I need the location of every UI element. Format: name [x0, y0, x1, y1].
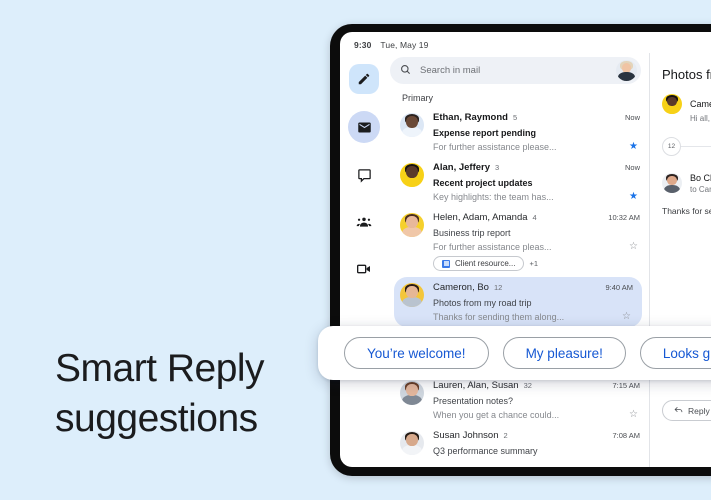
star-icon[interactable]: ☆ — [629, 410, 640, 420]
subject: Photos from my road trip — [433, 298, 532, 308]
attachment-extra-count: +1 — [529, 259, 539, 268]
avatar — [662, 94, 682, 114]
category-label: Primary — [402, 93, 433, 103]
mail-list: Ethan, Raymond 5 Now Expense report pend… — [388, 107, 649, 464]
mail-icon — [357, 120, 372, 135]
timestamp: 9:40 AM — [605, 283, 633, 292]
avatar[interactable] — [616, 60, 637, 81]
star-icon[interactable]: ☆ — [629, 242, 640, 252]
message-preview: Hi all, here are t — [690, 114, 711, 123]
video-camera-icon — [356, 261, 372, 277]
subject: Business trip report — [433, 228, 511, 238]
avatar — [400, 431, 424, 455]
gmail-app-body: Search in mail Primary Ethan, Raymond 5 … — [340, 53, 711, 467]
search-input[interactable]: Search in mail — [420, 65, 607, 76]
avatar — [400, 283, 424, 307]
recipients: to Cameron, Jesse — [690, 185, 711, 194]
table-row[interactable]: Cameron, Bo 12 9:40 AM Photos from my ro… — [394, 277, 642, 327]
thread-count: 3 — [495, 163, 500, 172]
thread-count: 12 — [493, 283, 503, 292]
sender-name: Alan, Jeffery — [433, 162, 491, 173]
snippet: Thanks for sending them along... — [433, 312, 565, 322]
snippet: When you get a chance could... — [433, 410, 560, 420]
status-date: Tue, May 19 — [380, 39, 429, 50]
avatar — [400, 381, 424, 405]
star-icon[interactable]: ★ — [629, 192, 640, 202]
snippet: For further assistance please... — [433, 142, 557, 152]
sender-name: Lauren, Alan, Susan — [433, 380, 519, 391]
collapsed-count: 12 — [662, 137, 681, 156]
timestamp: 7:15 AM — [612, 381, 640, 390]
timestamp: 10:32 AM — [608, 213, 640, 222]
star-icon[interactable]: ☆ — [622, 312, 633, 322]
thread-subject: Photos from m — [662, 67, 711, 82]
sidebar-item-spaces[interactable] — [349, 207, 379, 237]
status-bar: 9:30 Tue, May 19 — [340, 32, 711, 53]
compose-button[interactable] — [349, 64, 379, 94]
message-body: Thanks for send — [662, 206, 711, 216]
snippet: Key highlights: the team has... — [433, 192, 554, 202]
divider — [681, 146, 711, 147]
people-group-icon — [356, 214, 372, 230]
search-icon — [400, 62, 411, 80]
thread-count: 32 — [523, 381, 532, 390]
table-row[interactable]: Lauren, Alan, Susan 32 7:15 AM Presentat… — [388, 375, 649, 425]
subject: Recent project updates — [433, 178, 533, 188]
avatar — [400, 163, 424, 187]
table-row[interactable]: Helen, Adam, Amanda 4 10:32 AM Business … — [388, 207, 649, 277]
file-icon — [442, 259, 450, 268]
sender-name: Helen, Adam, Amanda — [433, 212, 528, 223]
chat-bubble-icon — [357, 168, 372, 183]
attachment-chip[interactable]: Client resource... — [433, 256, 525, 271]
sender-name: Cameron, Bo — [433, 282, 489, 293]
avatar — [662, 173, 682, 193]
thread-count: 5 — [512, 113, 518, 122]
subject: Q3 performance summary — [433, 446, 538, 456]
thread-message[interactable]: Bo Chen 10:20 to Cameron, Jesse — [662, 173, 711, 194]
attachment-label: Client resource... — [455, 259, 516, 268]
reply-arrow-icon — [674, 405, 683, 416]
reply-button[interactable]: Reply — [662, 400, 711, 421]
sender-name: Cameron Oel — [690, 99, 711, 109]
thread-count: 4 — [532, 213, 537, 222]
table-row[interactable]: Alan, Jeffery 3 Now Recent project updat… — [388, 157, 649, 207]
status-time: 9:30 — [354, 39, 372, 50]
page-title: Smart Reply suggestions — [55, 347, 265, 440]
navigation-rail — [340, 53, 388, 467]
sidebar-item-meet[interactable] — [349, 254, 379, 284]
tablet-device-frame: 9:30 Tue, May 19 Search in mail Primary … — [330, 24, 711, 476]
smart-reply-chip-2[interactable]: My pleasure! — [502, 337, 626, 369]
timestamp: Now — [624, 163, 640, 172]
reply-label: Reply — [688, 405, 710, 416]
smart-reply-overlay: You’re welcome! My pleasure! Looks grea — [318, 326, 711, 380]
table-row[interactable]: Susan Johnson 2 7:08 AM Q3 performance s… — [388, 425, 649, 464]
timestamp: 7:08 AM — [612, 431, 640, 440]
collapsed-messages-toggle[interactable]: 12 — [662, 137, 711, 156]
smart-reply-chip-3[interactable]: Looks grea — [639, 337, 711, 369]
subject: Expense report pending — [433, 128, 537, 138]
mail-list-column: Search in mail Primary Ethan, Raymond 5 … — [388, 53, 649, 467]
sender-name: Bo Chen — [690, 173, 711, 183]
snippet: For further assistance pleas... — [433, 242, 552, 252]
sender-name: Susan Johnson — [433, 430, 499, 441]
timestamp: Now — [624, 113, 640, 122]
tablet-screen: 9:30 Tue, May 19 Search in mail Primary … — [340, 32, 711, 467]
thread-count: 2 — [503, 431, 508, 440]
star-icon[interactable]: ★ — [629, 142, 640, 152]
pencil-icon — [357, 72, 371, 86]
search-bar[interactable]: Search in mail — [390, 57, 641, 84]
sidebar-item-mail[interactable] — [348, 111, 380, 143]
sender-name: Ethan, Raymond — [433, 112, 508, 123]
subject: Presentation notes? — [433, 396, 514, 406]
thread-message[interactable]: Cameron Oel Hi all, here are t — [662, 94, 711, 123]
table-row[interactable]: Ethan, Raymond 5 Now Expense report pend… — [388, 107, 649, 157]
smart-reply-chip-1[interactable]: You’re welcome! — [344, 337, 489, 369]
avatar — [400, 113, 424, 137]
reading-pane: Photos from m Cameron Oel Hi all, here a… — [649, 53, 711, 467]
sidebar-item-chat[interactable] — [349, 160, 379, 190]
avatar — [400, 213, 424, 237]
